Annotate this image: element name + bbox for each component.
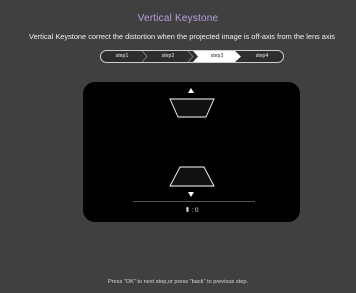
bottom-trapezoid-icon bbox=[169, 166, 215, 187]
step-2: step2 bbox=[161, 53, 175, 59]
up-arrow-icon bbox=[188, 88, 194, 93]
down-arrow-icon bbox=[188, 192, 194, 197]
value-divider bbox=[133, 201, 255, 202]
step-1: step1 bbox=[115, 53, 129, 59]
keystone-screen: Vertical Keystone Vertical Keystone corr… bbox=[0, 0, 356, 293]
page-description: Vertical Keystone correct the distortion… bbox=[29, 32, 335, 41]
top-trapezoid-icon bbox=[169, 98, 215, 118]
page-title: Vertical Keystone bbox=[137, 13, 219, 24]
keystone-value-text: : 0 bbox=[191, 207, 199, 214]
step-4: step4 bbox=[255, 53, 269, 59]
step-indicator: step1 step2 step3 step4 bbox=[100, 50, 284, 63]
step-3: step3 bbox=[210, 53, 224, 59]
footer-hint: Press "OK" to next step,or press "back" … bbox=[107, 279, 249, 285]
keystone-value: ⬍: 0 bbox=[83, 206, 300, 214]
up-down-arrows-icon: ⬍ bbox=[184, 207, 191, 214]
keystone-preview-panel: ⬍: 0 bbox=[83, 82, 300, 222]
